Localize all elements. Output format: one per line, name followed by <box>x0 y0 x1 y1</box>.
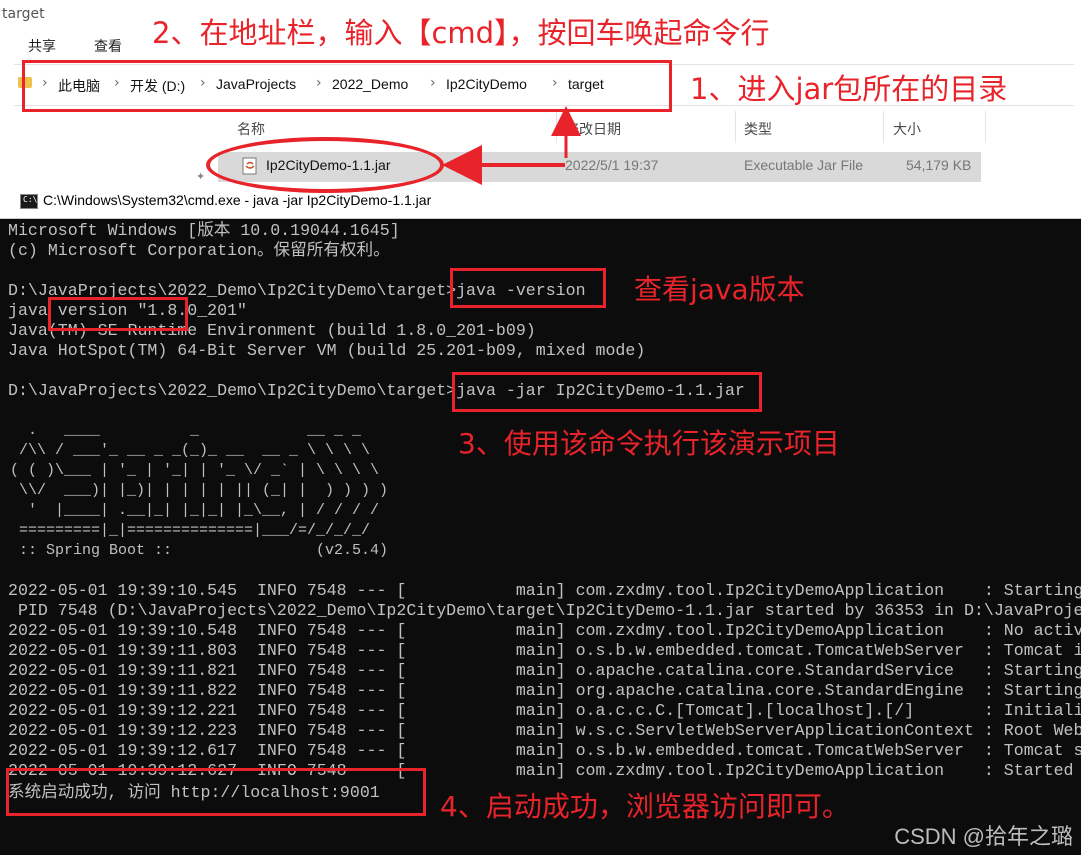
jar-file-highlight <box>206 137 444 193</box>
annotation-step4: 4、启动成功，浏览器访问即可。 <box>440 790 850 823</box>
column-header-size[interactable]: 大小 <box>893 119 921 139</box>
startup-success-highlight <box>6 768 426 816</box>
log-line: 2022-05-01 19:39:12.223 INFO 7548 --- [ … <box>8 721 1081 740</box>
column-header-name[interactable]: 名称 <box>237 119 265 139</box>
java-jar-command-highlight <box>452 372 762 412</box>
pin-icon: ✦ <box>196 170 206 183</box>
annotation-step3: 3、使用该命令执行该演示项目 <box>458 427 840 460</box>
window-title: target <box>2 6 45 22</box>
ribbon-tab-share[interactable]: 共享 <box>28 36 56 56</box>
log-line: 2022-05-01 19:39:11.821 INFO 7548 --- [ … <box>8 661 1081 680</box>
spring-boot-banner: . ____ _ __ _ _ /\\ / ___'_ __ _ _(_)_ _… <box>10 422 389 559</box>
java-version-output-highlight <box>48 297 188 331</box>
log-line: PID 7548 (D:\JavaProjects\2022_Demo\Ip2C… <box>17 601 1081 620</box>
log-line: 2022-05-01 19:39:12.221 INFO 7548 --- [ … <box>8 701 1081 720</box>
terminal-line: Microsoft Windows [版本 10.0.19044.1645] <box>8 221 400 240</box>
address-bar-highlight <box>22 60 672 112</box>
log-line: 2022-05-01 19:39:12.617 INFO 7548 --- [ … <box>8 741 1081 760</box>
csdn-watermark: CSDN @拾年之璐 <box>894 824 1073 849</box>
cmd-title-bar[interactable]: C:\ C:\Windows\System32\cmd.exe - java -… <box>0 184 1081 219</box>
annotation-step1: 1、进入jar包所在的目录 <box>690 72 1008 106</box>
column-header-date[interactable]: 修改日期 <box>565 119 621 139</box>
log-line: 2022-05-01 19:39:10.548 INFO 7548 --- [ … <box>8 621 1081 640</box>
log-line: 2022-05-01 19:39:11.822 INFO 7548 --- [ … <box>8 681 1081 700</box>
terminal-line: Java HotSpot(TM) 64-Bit Server VM (build… <box>8 341 646 360</box>
column-header-type[interactable]: 类型 <box>744 119 772 139</box>
ribbon-tab-view[interactable]: 查看 <box>94 36 122 56</box>
file-date: 2022/5/1 19:37 <box>565 157 659 173</box>
log-line: 2022-05-01 19:39:10.545 INFO 7548 --- [ … <box>8 581 1081 600</box>
log-line: 2022-05-01 19:39:11.803 INFO 7548 --- [ … <box>8 641 1081 660</box>
annotation-check-java: 查看java版本 <box>634 273 805 306</box>
terminal-line: (c) Microsoft Corporation。保留所有权利。 <box>8 241 390 260</box>
file-size: 54,179 KB <box>906 157 972 173</box>
file-type: Executable Jar File <box>744 157 864 173</box>
cmd-icon: C:\ <box>20 194 38 209</box>
java-version-command-highlight <box>450 268 606 308</box>
annotation-step2: 2、在地址栏，输入【cmd】，按回车唤起命令行 <box>152 16 770 50</box>
cmd-title: C:\Windows\System32\cmd.exe - java -jar … <box>43 192 432 208</box>
